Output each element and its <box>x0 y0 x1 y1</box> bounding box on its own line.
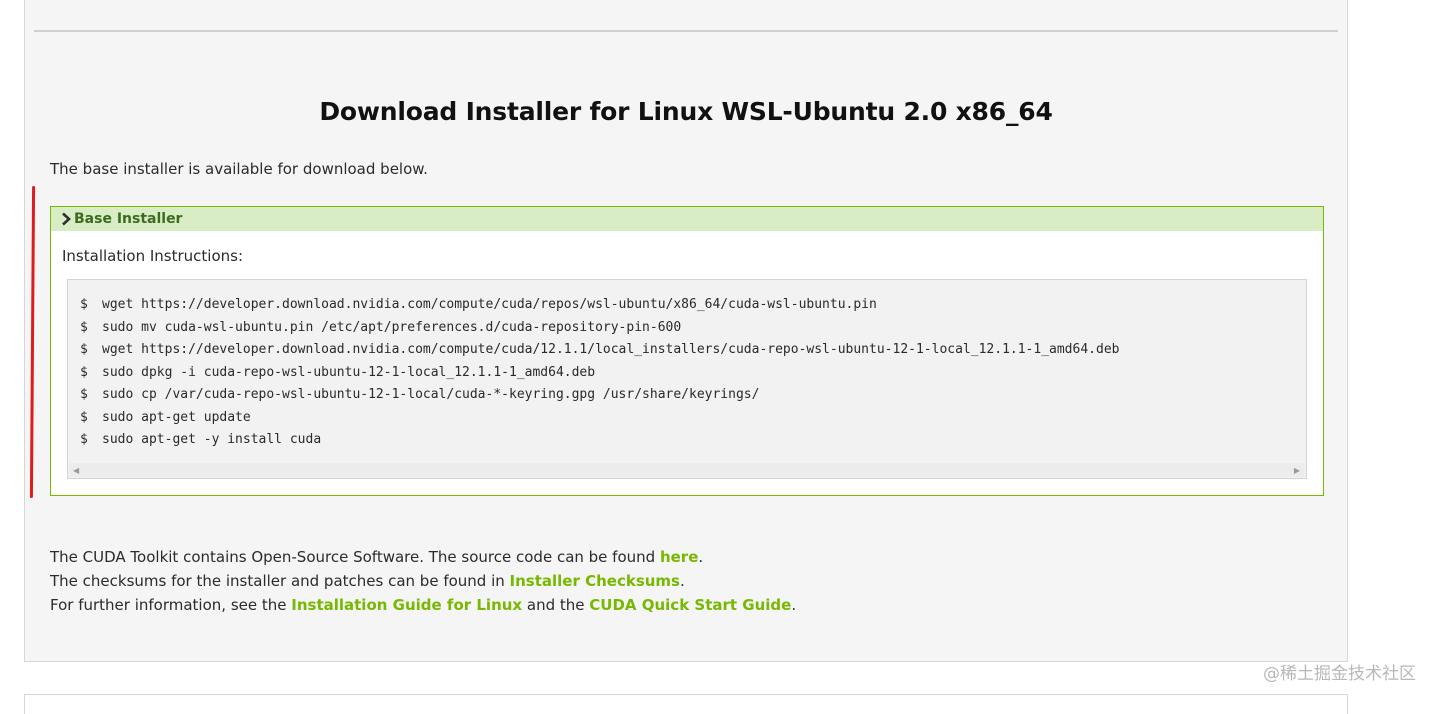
command-text: wget https://developer.download.nvidia.c… <box>102 342 1120 357</box>
base-installer-title: Base Installer <box>74 211 183 227</box>
code-block[interactable]: $ wget https://developer.download.nvidia.… <box>67 279 1307 479</box>
command-line: $ wget https://developer.download.nvidia.… <box>80 294 1119 317</box>
prompt-symbol: $ <box>80 409 88 425</box>
footer-notes: The CUDA Toolkit contains Open-Source So… <box>50 545 796 617</box>
command-text: sudo mv cuda-wsl-ubuntu.pin /etc/apt/pre… <box>102 319 682 335</box>
footer-text-and: and the <box>522 596 590 614</box>
prompt-symbol: $ <box>80 387 88 402</box>
quick-start-guide-link[interactable]: CUDA Quick Start Guide <box>589 596 791 614</box>
footer-line-source: The CUDA Toolkit contains Open-Source So… <box>50 545 796 569</box>
command-line: $ sudo dpkg -i cuda-repo-wsl-ubuntu-12-1-… <box>80 362 1119 385</box>
installer-checksums-link[interactable]: Installer Checksums <box>510 572 680 590</box>
scroll-right-icon[interactable]: ▶ <box>1294 466 1300 475</box>
command-text: sudo dpkg -i cuda-repo-wsl-ubuntu-12-1-l… <box>102 364 596 380</box>
command-line: $ sudo cp /var/cuda-repo-wsl-ubuntu-12-1-… <box>80 384 1119 407</box>
footer-period: . <box>791 596 797 614</box>
prompt-symbol: $ <box>80 319 88 335</box>
command-line: $ wget https://developer.download.nvidia.… <box>80 339 1119 362</box>
footer-text-1: The CUDA Toolkit contains Open-Source So… <box>50 548 660 566</box>
next-panel <box>24 694 1348 714</box>
command-line: $ sudo apt-get -y install cuda <box>80 429 1119 452</box>
footer-period: . <box>698 548 704 566</box>
installation-guide-link[interactable]: Installation Guide for Linux <box>291 596 522 614</box>
footer-line-guides: For further information, see the Install… <box>50 593 796 617</box>
command-text: sudo cp /var/cuda-repo-wsl-ubuntu-12-1-l… <box>102 387 760 402</box>
footer-text-2: The checksums for the installer and patc… <box>50 572 510 590</box>
watermark: @稀土掘金技术社区 <box>1263 664 1416 684</box>
footer-line-checksums: The checksums for the installer and patc… <box>50 569 796 593</box>
command-line: $ sudo apt-get update <box>80 407 1119 430</box>
page-title: Download Installer for Linux WSL-Ubuntu … <box>319 97 1053 126</box>
footer-period: . <box>679 572 685 590</box>
horizontal-scrollbar[interactable]: ◀ ▶ <box>69 463 1305 477</box>
base-installer-section: Base Installer Installation Instructions… <box>50 206 1324 496</box>
divider <box>34 30 1338 32</box>
prompt-symbol: $ <box>80 297 88 312</box>
prompt-symbol: $ <box>80 364 88 380</box>
command-text: sudo apt-get -y install cuda <box>102 432 322 447</box>
instructions-label: Installation Instructions: <box>62 247 243 265</box>
command-list: $ wget https://developer.download.nvidia.… <box>80 294 1119 452</box>
prompt-symbol: $ <box>80 342 88 357</box>
scroll-left-icon[interactable]: ◀ <box>73 466 79 475</box>
command-text: wget https://developer.download.nvidia.c… <box>102 297 877 312</box>
chevron-right-icon <box>61 212 72 226</box>
command-line: $ sudo mv cuda-wsl-ubuntu.pin /etc/apt/pr… <box>80 317 1119 340</box>
command-text: sudo apt-get update <box>102 409 251 425</box>
here-link[interactable]: here <box>660 548 698 566</box>
footer-text-3: For further information, see the <box>50 596 292 614</box>
base-installer-header[interactable]: Base Installer <box>51 207 1323 231</box>
intro-text: The base installer is available for down… <box>50 160 428 178</box>
prompt-symbol: $ <box>80 432 88 447</box>
